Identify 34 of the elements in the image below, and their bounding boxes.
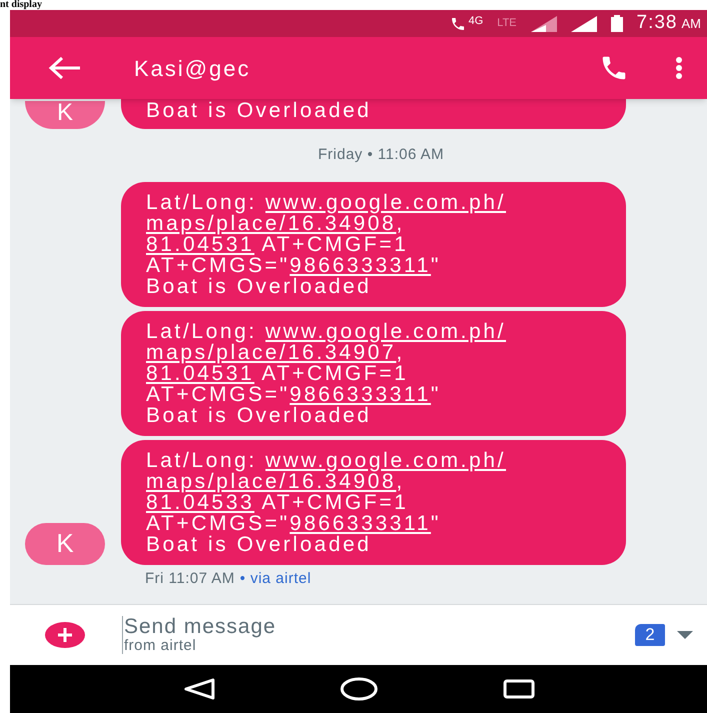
avatar: K (25, 101, 105, 129)
avatar: K (25, 522, 105, 564)
link[interactable]: 9866333311 (290, 382, 431, 406)
back-arrow-icon[interactable] (48, 56, 82, 80)
dropdown-caret-icon[interactable] (677, 631, 693, 639)
link[interactable]: www.google.com.ph/ (265, 190, 506, 214)
link[interactable]: www.google.com.ph/ (265, 320, 506, 342)
document-caption: nt display (0, 0, 42, 10)
recents-icon[interactable] (502, 679, 534, 699)
add-icon[interactable] (45, 622, 85, 648)
sim-badge[interactable]: 2 (635, 624, 665, 646)
signal-icon (530, 16, 557, 32)
link[interactable]: 9866333311 (290, 512, 431, 534)
contact-name: Kasi@gec (134, 54, 251, 83)
message-time: Fri 11:07 AM (145, 568, 235, 588)
message-text: Lat/Long: www.google.com.ph/ maps/place/16.34908, 81.04531 AT+CMGF=1 AT+CMGS="9866333311" Boat is Overloaded (146, 192, 507, 296)
message-text: Boat is Overloaded (146, 100, 372, 121)
date-divider: Friday • 11:06 AM (318, 145, 444, 165)
link[interactable]: 9866333311 (290, 254, 431, 276)
back-icon[interactable] (182, 678, 214, 700)
network-label: 4G (468, 16, 484, 26)
link[interactable]: www.google.com.ph/ (265, 448, 506, 472)
message-text: Lat/Long: www.google.com.ph/ maps/place/16.34908, 81.04533 AT+CMGF=1 AT+CMGS="9866333311" Boat is Overloaded (146, 450, 507, 554)
carrier-label: • via airtel (240, 568, 312, 588)
signal-icon (570, 16, 597, 32)
message-input[interactable]: Send message (124, 616, 424, 638)
more-options-icon[interactable] (675, 57, 683, 79)
clock-suffix: AM (682, 15, 701, 34)
sim-label: from airtel (124, 638, 196, 654)
lte-label: LTE (497, 18, 517, 29)
home-icon[interactable] (340, 677, 378, 701)
battery-icon (610, 15, 623, 32)
message-text: Lat/Long: www.google.com.ph/ maps/place/16.34907, 81.04531 AT+CMGF=1 AT+CMGS="9866333311" Boat is Overloaded (146, 320, 507, 426)
clock-time: 7:38 (636, 11, 678, 36)
